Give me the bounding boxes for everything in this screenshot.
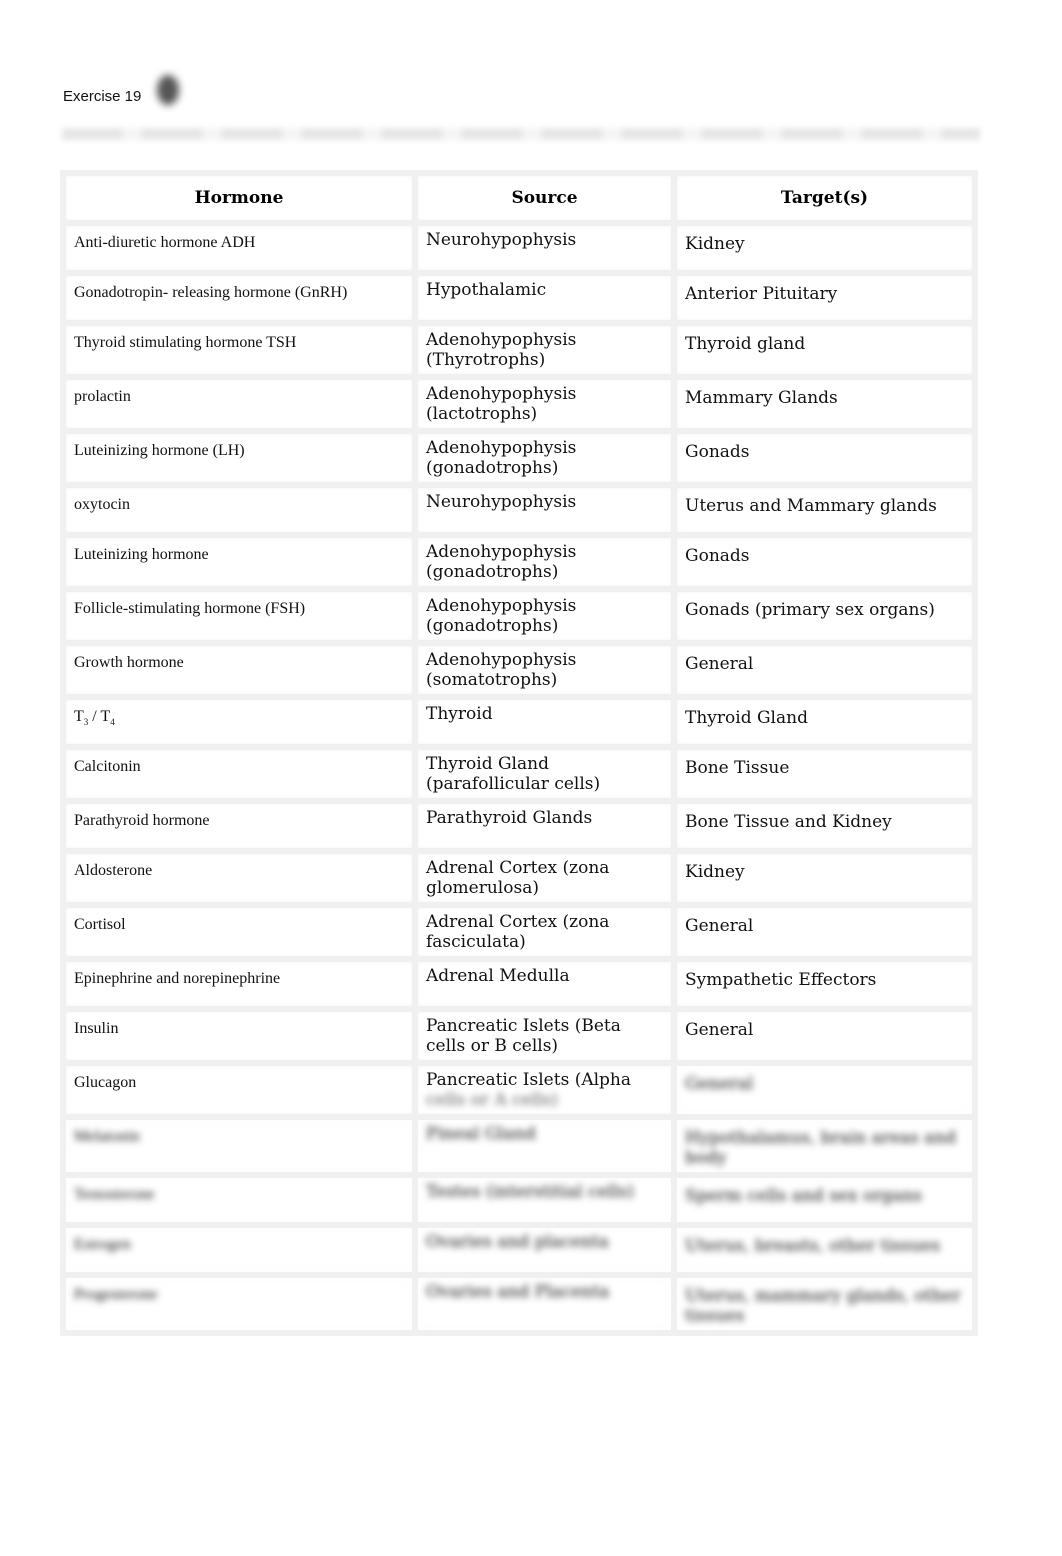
source-cell: Adenohypophysis (gonadotrophs) — [412, 532, 677, 592]
table-row: Thyroid stimulating hormone TSH Adenohyp… — [60, 320, 978, 380]
source-cell: Parathyroid Glands — [412, 798, 677, 854]
table-row: Calcitonin Thyroid Gland (parafollicular… — [60, 744, 978, 804]
source-cell: Adenohypophysis (gonadotrophs) — [412, 586, 677, 646]
document-title: Exercise 19 — [63, 88, 142, 105]
table-row: Glucagon Pancreatic Islets (Alpha cells o… — [60, 1060, 978, 1120]
hormone-cell-obscured: Progesterone — [60, 1272, 418, 1336]
target-cell: General — [671, 640, 978, 700]
source-cell: Adrenal Cortex (zona glomerulosa) — [412, 848, 677, 908]
table-row: Gonadotropin- releasing hormone (GnRH) H… — [60, 270, 978, 326]
target-cell: Sympathetic Effectors — [671, 956, 978, 1012]
hormone-cell: Anti-diuretic hormone ADH — [60, 220, 418, 276]
table-row: Follicle-stimulating hormone (FSH) Adeno… — [60, 586, 978, 646]
redacted-mark — [157, 74, 180, 105]
hormone-cell: prolactin — [60, 374, 418, 434]
hormone-table: Hormone Source Target(s) Anti-diuretic h… — [60, 170, 978, 1336]
table-row: Cortisol Adrenal Cortex (zona fasciculat… — [60, 902, 978, 962]
target-cell-obscured: Uterus, breasts, other tissues — [671, 1222, 978, 1278]
source-cell: Adrenal Medulla — [412, 956, 677, 1012]
hormone-cell: Glucagon — [60, 1060, 418, 1120]
source-cell: Adenohypophysis (somatotrophs) — [412, 640, 677, 700]
table-row: Epinephrine and norepinephrine Adrenal M… — [60, 956, 978, 1012]
table-row: Insulin Pancreatic Islets (Beta cells or… — [60, 1006, 978, 1066]
source-cell: Adenohypophysis (gonadotrophs) — [412, 428, 677, 488]
table-row-obscured: Estrogen Ovaries and placenta Uterus, br… — [60, 1222, 978, 1278]
hormone-cell: Thyroid stimulating hormone TSH — [60, 320, 418, 380]
hormone-cell-obscured: Melatonin — [60, 1114, 418, 1178]
target-cell: Kidney — [671, 848, 978, 908]
source-cell: Neurohypophysis — [412, 482, 677, 538]
table-row-obscured: Testosterone Testes (interstitial cells)… — [60, 1172, 978, 1228]
target-cell: Thyroid Gland — [671, 694, 978, 750]
source-cell: Hypothalamic — [412, 270, 677, 326]
target-cell: Kidney — [671, 220, 978, 276]
table-row: oxytocin Neurohypophysis Uterus and Mamm… — [60, 482, 978, 538]
hormone-cell: Calcitonin — [60, 744, 418, 804]
source-cell-obscured: Ovaries and placenta — [412, 1222, 677, 1278]
column-header-source: Source — [412, 170, 677, 226]
hormone-cell: Epinephrine and norepinephrine — [60, 956, 418, 1012]
source-cell: Pancreatic Islets (Beta cells or B cells… — [412, 1006, 677, 1066]
source-cell: Adenohypophysis (lactotrophs) — [412, 374, 677, 434]
source-cell: Pancreatic Islets (Alpha cells or A cells… — [412, 1060, 677, 1120]
hormone-cell-obscured: Estrogen — [60, 1222, 418, 1278]
column-header-targets: Target(s) — [671, 170, 978, 226]
target-cell: Mammary Glands — [671, 374, 978, 434]
target-cell: Anterior Pituitary — [671, 270, 978, 326]
hormone-cell: Gonadotropin- releasing hormone (GnRH) — [60, 270, 418, 326]
target-cell: Thyroid gland — [671, 320, 978, 380]
target-cell-obscured: Uterus, mammary glands, other tissues — [671, 1272, 978, 1336]
source-cell: Thyroid Gland (parafollicular cells) — [412, 744, 677, 804]
obscured-instructions — [62, 128, 980, 140]
obscured-text: cells or A cells) — [426, 1090, 558, 1110]
source-cell: Adenohypophysis (Thyrotrophs) — [412, 320, 677, 380]
hormone-cell: Follicle-stimulating hormone (FSH) — [60, 586, 418, 646]
target-cell: Gonads — [671, 428, 978, 488]
source-cell: Neurohypophysis — [412, 220, 677, 276]
source-cell: Thyroid — [412, 694, 677, 750]
hormone-cell: T3 / T4 — [60, 694, 418, 750]
target-cell-obscured: Hypothalamus, brain areas and body — [671, 1114, 978, 1178]
source-cell-obscured: Ovaries and Placenta — [412, 1272, 677, 1336]
target-cell: General — [671, 902, 978, 962]
target-cell: Gonads — [671, 532, 978, 592]
hormone-cell: Luteinizing hormone — [60, 532, 418, 592]
table-row-obscured: Progesterone Ovaries and Placenta Uterus… — [60, 1272, 978, 1336]
table-row: T3 / T4 Thyroid Thyroid Gland — [60, 694, 978, 750]
target-cell: Bone Tissue and Kidney — [671, 798, 978, 854]
table-row: Aldosterone Adrenal Cortex (zona glomeru… — [60, 848, 978, 908]
target-cell: Bone Tissue — [671, 744, 978, 804]
column-header-hormone: Hormone — [60, 170, 418, 226]
table-row: Anti-diuretic hormone ADH Neurohypophysi… — [60, 220, 978, 276]
hormone-cell: Luteinizing hormone (LH) — [60, 428, 418, 488]
table-row: Luteinizing hormone (LH) Adenohypophysis… — [60, 428, 978, 488]
source-cell-obscured: Pineal Gland — [412, 1114, 677, 1178]
target-cell: Uterus and Mammary glands — [671, 482, 978, 538]
hormone-cell-obscured: Testosterone — [60, 1172, 418, 1228]
table-row-obscured: Melatonin Pineal Gland Hypothalamus, bra… — [60, 1114, 978, 1178]
table-header-row: Hormone Source Target(s) — [60, 170, 978, 226]
table-row: Parathyroid hormone Parathyroid Glands B… — [60, 798, 978, 854]
table-row: prolactin Adenohypophysis (lactotrophs) … — [60, 374, 978, 434]
target-cell-obscured: Sperm cells and sex organs — [671, 1172, 978, 1228]
table-row: Luteinizing hormone Adenohypophysis (gon… — [60, 532, 978, 592]
hormone-cell: Growth hormone — [60, 640, 418, 700]
hormone-cell: oxytocin — [60, 482, 418, 538]
target-cell: General — [671, 1006, 978, 1066]
source-cell-obscured: Testes (interstitial cells) — [412, 1172, 677, 1228]
source-cell: Adrenal Cortex (zona fasciculata) — [412, 902, 677, 962]
target-cell: Gonads (primary sex organs) — [671, 586, 978, 646]
hormone-cell: Aldosterone — [60, 848, 418, 908]
hormone-cell: Cortisol — [60, 902, 418, 962]
hormone-cell: Insulin — [60, 1006, 418, 1066]
target-cell-obscured: General — [671, 1060, 978, 1120]
document-header: Exercise 19 — [63, 74, 180, 105]
hormone-cell: Parathyroid hormone — [60, 798, 418, 854]
table-row: Growth hormone Adenohypophysis (somatotr… — [60, 640, 978, 700]
